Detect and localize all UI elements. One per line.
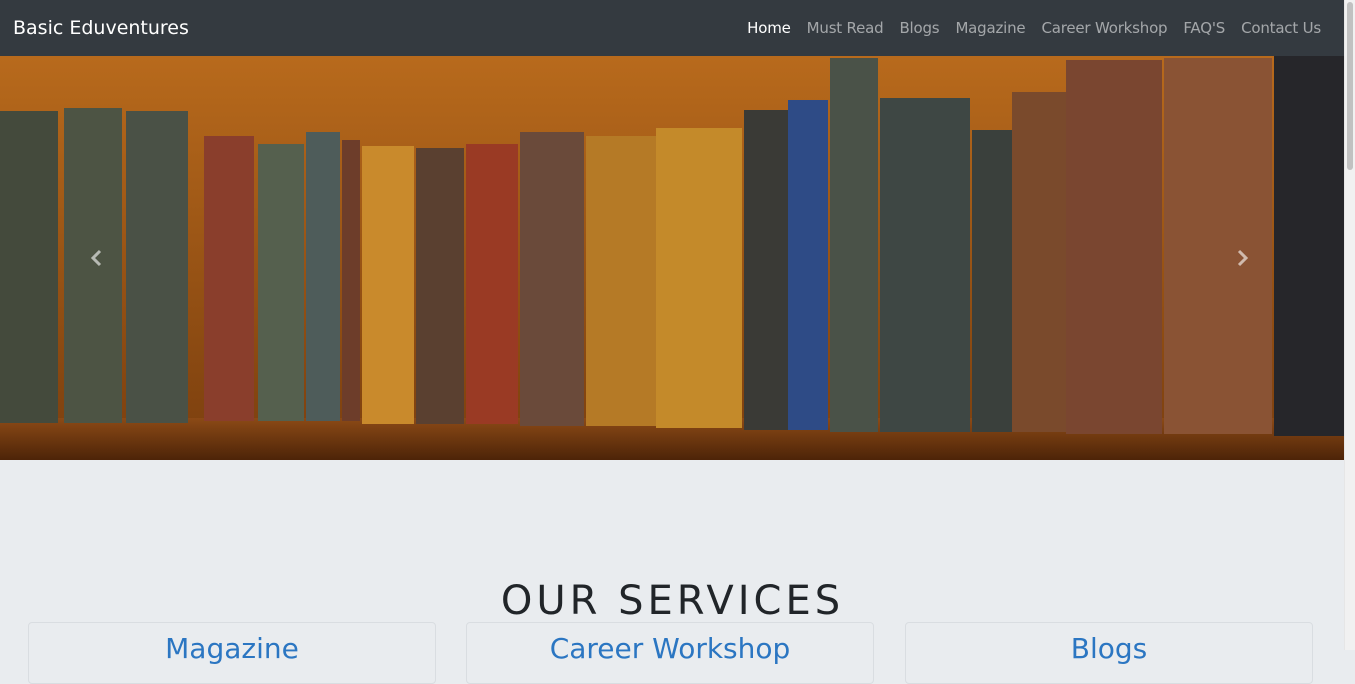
top-navbar: Basic Eduventures Home Must Read Blogs M…	[0, 0, 1345, 56]
carousel-prev-button[interactable]	[52, 56, 142, 460]
service-card-title-link[interactable]: Career Workshop	[467, 631, 873, 667]
service-card-title-link[interactable]: Blogs	[906, 631, 1312, 667]
nav-blogs-link[interactable]: Blogs	[891, 18, 947, 38]
nav-magazine-link[interactable]: Magazine	[947, 18, 1033, 38]
nav-career-workshop-link[interactable]: Career Workshop	[1033, 18, 1175, 38]
scrollbar-thumb[interactable]	[1347, 2, 1353, 170]
nav-contact-us-link[interactable]: Contact Us	[1233, 18, 1329, 38]
brand-link[interactable]: Basic Eduventures	[13, 16, 189, 40]
hero-carousel	[0, 56, 1345, 460]
services-heading: OUR SERVICES	[500, 578, 845, 625]
service-card-title-link[interactable]: Magazine	[29, 631, 435, 667]
bookshelf-image	[0, 56, 1345, 460]
service-card-blogs: Blogs	[905, 622, 1313, 684]
nav-home-link[interactable]: Home	[739, 18, 799, 38]
chevron-left-icon	[90, 249, 102, 267]
service-card-career-workshop: Career Workshop	[466, 622, 874, 684]
nav-must-read-link[interactable]: Must Read	[799, 18, 892, 38]
service-card-magazine: Magazine	[28, 622, 436, 684]
page-scrollbar[interactable]	[1344, 0, 1355, 650]
nav-menu: Home Must Read Blogs Magazine Career Wor…	[739, 18, 1329, 38]
carousel-next-button[interactable]	[1197, 56, 1287, 460]
nav-faqs-link[interactable]: FAQ'S	[1175, 18, 1233, 38]
chevron-right-icon	[1237, 249, 1249, 267]
